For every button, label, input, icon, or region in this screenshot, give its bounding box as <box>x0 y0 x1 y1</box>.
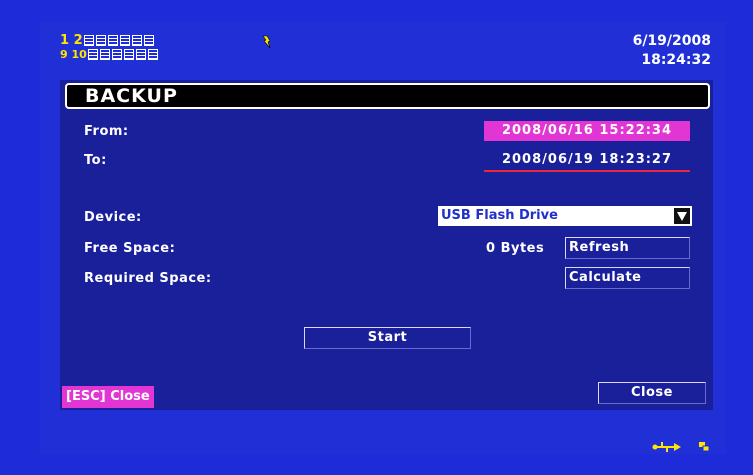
refresh-button[interactable]: Refresh <box>565 237 690 259</box>
from-label: From: <box>84 124 129 139</box>
free-space-value: 0 Bytes <box>486 241 545 256</box>
network-icon <box>699 442 710 452</box>
camera-channel-icon <box>131 35 142 46</box>
esc-close-hint: [ESC] Close <box>62 386 154 408</box>
start-button[interactable]: Start <box>304 327 471 349</box>
device-label: Device: <box>84 210 142 225</box>
calculate-button[interactable]: Calculate <box>565 267 690 289</box>
camera-channel-icon <box>83 35 94 46</box>
free-space-label: Free Space: <box>84 241 176 256</box>
status-date: 6/19/2008 <box>632 33 711 49</box>
channel-numbers-1: 1 2 <box>60 33 83 48</box>
channel-row-2: 9 10 <box>60 48 160 61</box>
channel-row-1: 1 2 <box>60 33 156 48</box>
camera-channel-icon <box>99 49 110 60</box>
required-space-label: Required Space: <box>84 271 212 286</box>
usb-icon <box>652 442 681 452</box>
dialog-title: BACKUP <box>65 83 710 109</box>
camera-channel-icon <box>143 35 154 46</box>
device-value: USB Flash Drive <box>441 208 558 223</box>
camera-channel-icon <box>135 49 146 60</box>
to-label: To: <box>84 153 107 168</box>
alarm-icon <box>262 35 271 49</box>
camera-channel-icon <box>119 35 130 46</box>
status-time: 18:24:32 <box>641 52 711 68</box>
close-button[interactable]: Close <box>598 382 706 404</box>
camera-channel-icon <box>111 49 122 60</box>
camera-channel-icon <box>147 49 158 60</box>
device-select[interactable]: USB Flash Drive <box>438 206 692 226</box>
camera-channel-icon <box>95 35 106 46</box>
channel-numbers-2: 9 10 <box>60 48 87 61</box>
camera-channel-icon <box>87 49 98 60</box>
camera-channel-icon <box>107 35 118 46</box>
from-datetime-field[interactable]: 2008/06/16 15:22:34 <box>484 121 690 141</box>
to-datetime-field[interactable]: 2008/06/19 18:23:27 <box>484 150 690 172</box>
camera-channel-icon <box>123 49 134 60</box>
chevron-down-icon[interactable] <box>674 208 690 224</box>
